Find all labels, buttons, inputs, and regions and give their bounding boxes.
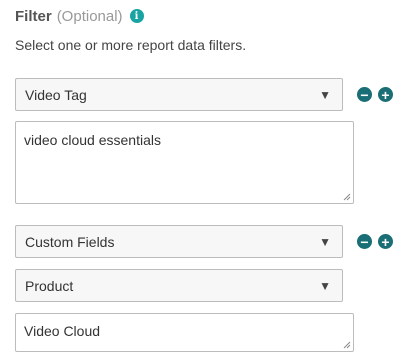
resize-handle-icon[interactable]	[343, 341, 351, 349]
remove-filter-button-1[interactable]: −	[357, 87, 372, 102]
dropdown-arrow-icon: ▼	[319, 235, 331, 249]
minus-icon: −	[360, 233, 369, 250]
dropdown-arrow-icon: ▼	[319, 279, 331, 293]
info-icon[interactable]: i	[129, 9, 144, 23]
filter-title: Filter	[15, 7, 52, 25]
remove-filter-button-2[interactable]: −	[357, 234, 372, 249]
dropdown-arrow-icon: ▼	[319, 88, 331, 102]
filter-value-textarea-1[interactable]: video cloud essentials	[15, 121, 354, 204]
textarea-value: video cloud essentials	[24, 132, 161, 148]
filter-description: Select one or more report data filters.	[15, 37, 247, 53]
filter-value-textarea-2[interactable]: Video Cloud	[15, 313, 354, 352]
textarea-value: Video Cloud	[24, 323, 101, 339]
select-value: Product	[25, 277, 74, 294]
resize-handle-icon[interactable]	[343, 193, 351, 201]
select-value: Custom Fields	[25, 233, 115, 250]
custom-field-select[interactable]: Product ▼	[15, 269, 343, 302]
filter-type-select-2[interactable]: Custom Fields ▼	[15, 225, 343, 258]
optional-label: (Optional)	[56, 7, 123, 25]
minus-icon: −	[360, 86, 369, 103]
select-value: Video Tag	[25, 86, 87, 103]
add-filter-button-2[interactable]: +	[378, 234, 393, 249]
plus-icon: +	[381, 86, 390, 103]
filter-type-select-1[interactable]: Video Tag ▼	[15, 78, 343, 111]
filter-header: Filter (Optional) i	[15, 5, 144, 27]
plus-icon: +	[381, 233, 390, 250]
add-filter-button-1[interactable]: +	[378, 87, 393, 102]
